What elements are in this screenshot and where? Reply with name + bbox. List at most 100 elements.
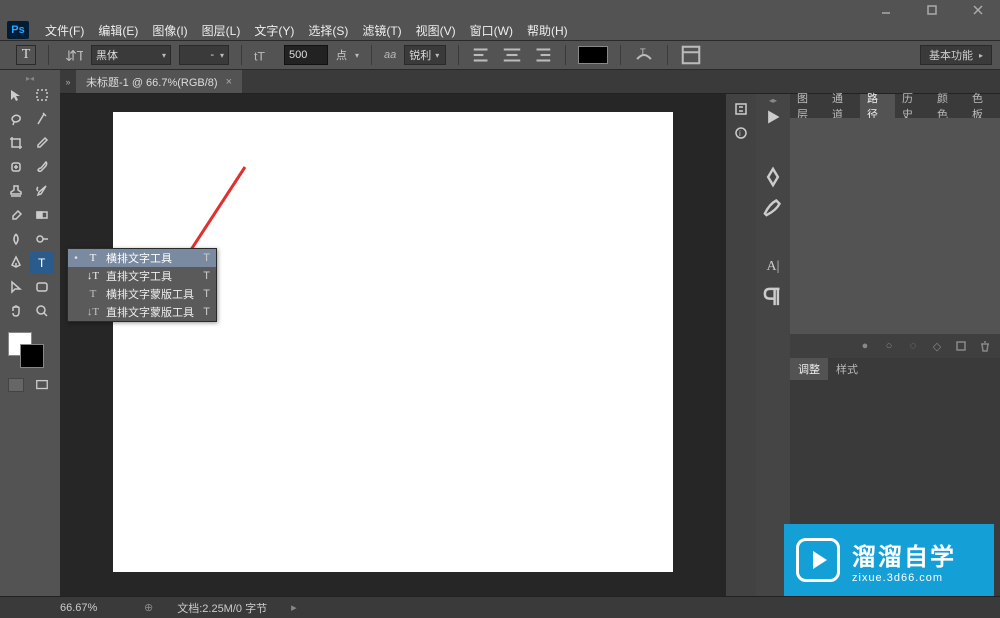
paragraph-icon[interactable] xyxy=(760,284,786,310)
actions-column: ◂▸ A| xyxy=(756,94,790,596)
color-swatches[interactable] xyxy=(4,330,56,370)
zoom-level[interactable]: 66.67% xyxy=(60,602,120,614)
healing-tool[interactable] xyxy=(4,156,28,178)
history-panel-icon[interactable] xyxy=(730,98,752,120)
tool-indicator[interactable]: T xyxy=(16,45,36,65)
font-size-input[interactable]: 500 xyxy=(284,45,328,65)
flyout-vtype[interactable]: ↓T 直排文字工具 T xyxy=(68,267,216,285)
quickmask-toggle[interactable] xyxy=(4,376,28,394)
text-orientation-icon[interactable]: ⇵T xyxy=(61,44,83,66)
tab-colors[interactable]: 颜色 xyxy=(930,94,965,118)
marquee-tool[interactable] xyxy=(30,84,54,106)
info-panel-icon[interactable]: i xyxy=(730,122,752,144)
window-maximize[interactable] xyxy=(918,3,946,17)
background-swatch[interactable] xyxy=(20,344,44,368)
delete-path-icon[interactable] xyxy=(978,339,992,353)
shape-tool[interactable] xyxy=(30,276,54,298)
actions-grip[interactable]: ◂▸ xyxy=(756,96,790,104)
brush-preset-icon[interactable] xyxy=(760,164,786,190)
tools-grip[interactable]: ▸◂ xyxy=(4,74,56,82)
hand-tool[interactable] xyxy=(4,300,28,322)
text-color-swatch[interactable] xyxy=(578,46,608,64)
align-left-icon[interactable] xyxy=(471,44,493,66)
right-dock: i xyxy=(726,94,756,596)
doc-info[interactable]: 文档:2.25M/0 字节 xyxy=(177,600,267,616)
menu-type[interactable]: 文字(Y) xyxy=(247,22,301,39)
move-tool[interactable] xyxy=(4,84,28,106)
menu-file[interactable]: 文件(F) xyxy=(38,22,91,39)
eraser-tool[interactable] xyxy=(4,204,28,226)
gradient-tool[interactable] xyxy=(30,204,54,226)
font-family-dropdown[interactable]: 黑体▾ xyxy=(91,45,171,65)
panels-area: 图层 通道 路径 历史 颜色 色板 ● ○ ◌ ◇ 调整 样式 xyxy=(790,94,1000,596)
document-title: 未标题-1 @ 66.7%(RGB/8) xyxy=(86,74,218,90)
workspace-switcher[interactable]: 基本功能▸ xyxy=(920,45,992,65)
brush-settings-icon[interactable] xyxy=(760,194,786,220)
history-brush-tool[interactable] xyxy=(30,180,54,202)
menu-view[interactable]: 视图(V) xyxy=(409,22,463,39)
tab-adjustments[interactable]: 调整 xyxy=(790,358,828,380)
screenmode-toggle[interactable] xyxy=(30,376,54,394)
menu-select[interactable]: 选择(S) xyxy=(301,22,355,39)
tools-panel: ▸◂ T xyxy=(0,70,60,596)
character-panel-icon[interactable] xyxy=(680,44,702,66)
zoom-tool[interactable] xyxy=(30,300,54,322)
font-style-dropdown[interactable]: -▾ xyxy=(179,45,229,65)
svg-text:T: T xyxy=(38,256,46,270)
document-tabs: » 未标题-1 @ 66.7%(RGB/8) × xyxy=(60,70,1000,94)
tab-layers[interactable]: 图层 xyxy=(790,94,825,118)
lasso-tool[interactable] xyxy=(4,108,28,130)
app-logo: Ps xyxy=(4,20,32,40)
wand-tool[interactable] xyxy=(30,108,54,130)
menu-window[interactable]: 窗口(W) xyxy=(463,22,520,39)
tabs-scroll-icon[interactable]: » xyxy=(60,70,76,93)
tab-styles[interactable]: 样式 xyxy=(828,358,866,380)
options-bar: T ⇵T 黑体▾ -▾ tT 500 点 ▾ aa 锐利▾ T 基本功能▸ xyxy=(0,40,1000,70)
canvas[interactable] xyxy=(113,112,673,572)
menu-edit[interactable]: 编辑(E) xyxy=(91,22,145,39)
panel-tabs: 图层 通道 路径 历史 颜色 色板 xyxy=(790,94,1000,118)
path-select-tool[interactable] xyxy=(4,276,28,298)
play-action-icon[interactable] xyxy=(760,104,786,130)
antialias-dropdown[interactable]: 锐利▾ xyxy=(404,45,446,65)
flyout-htype[interactable]: •T 横排文字工具 T xyxy=(68,249,216,267)
tab-swatches[interactable]: 色板 xyxy=(965,94,1000,118)
flyout-vmask[interactable]: ↓T 直排文字蒙版工具 T xyxy=(68,303,216,321)
make-workpath-icon[interactable]: ◇ xyxy=(930,339,944,353)
fill-path-icon[interactable]: ● xyxy=(858,339,872,353)
window-close[interactable] xyxy=(964,3,992,17)
menu-image[interactable]: 图像(I) xyxy=(145,22,194,39)
window-minimize[interactable] xyxy=(872,3,900,17)
stamp-tool[interactable] xyxy=(4,180,28,202)
watermark-title: 溜溜自学 xyxy=(852,537,956,572)
blur-tool[interactable] xyxy=(4,228,28,250)
brush-tool[interactable] xyxy=(30,156,54,178)
menu-help[interactable]: 帮助(H) xyxy=(520,22,575,39)
paths-panel-body[interactable] xyxy=(790,118,1000,334)
eyedropper-tool[interactable] xyxy=(30,132,54,154)
tab-paths[interactable]: 路径 xyxy=(860,94,895,118)
new-path-icon[interactable] xyxy=(954,339,968,353)
warp-text-icon[interactable]: T xyxy=(633,44,655,66)
stroke-path-icon[interactable]: ○ xyxy=(882,339,896,353)
crop-tool[interactable] xyxy=(4,132,28,154)
character-icon[interactable]: A| xyxy=(760,254,786,280)
canvas-area[interactable] xyxy=(60,94,726,596)
align-center-icon[interactable] xyxy=(501,44,523,66)
menu-filter[interactable]: 滤镜(T) xyxy=(355,22,408,39)
dodge-tool[interactable] xyxy=(30,228,54,250)
close-tab-icon[interactable]: × xyxy=(226,76,232,88)
menu-layer[interactable]: 图层(L) xyxy=(195,22,248,39)
tab-history[interactable]: 历史 xyxy=(895,94,930,118)
document-tab[interactable]: 未标题-1 @ 66.7%(RGB/8) × xyxy=(76,70,242,93)
align-right-icon[interactable] xyxy=(531,44,553,66)
type-tool[interactable]: T xyxy=(30,252,54,274)
load-selection-icon[interactable]: ◌ xyxy=(906,339,920,353)
tab-channels[interactable]: 通道 xyxy=(825,94,860,118)
svg-text:tT: tT xyxy=(254,50,265,64)
doc-info-menu[interactable]: ▸ xyxy=(291,601,297,614)
menubar: Ps 文件(F) 编辑(E) 图像(I) 图层(L) 文字(Y) 选择(S) 滤… xyxy=(0,20,1000,40)
flyout-hmask[interactable]: T 横排文字蒙版工具 T xyxy=(68,285,216,303)
type-tool-flyout: •T 横排文字工具 T ↓T 直排文字工具 T T 横排文字蒙版工具 T ↓T … xyxy=(67,248,217,322)
pen-tool[interactable] xyxy=(4,252,28,274)
